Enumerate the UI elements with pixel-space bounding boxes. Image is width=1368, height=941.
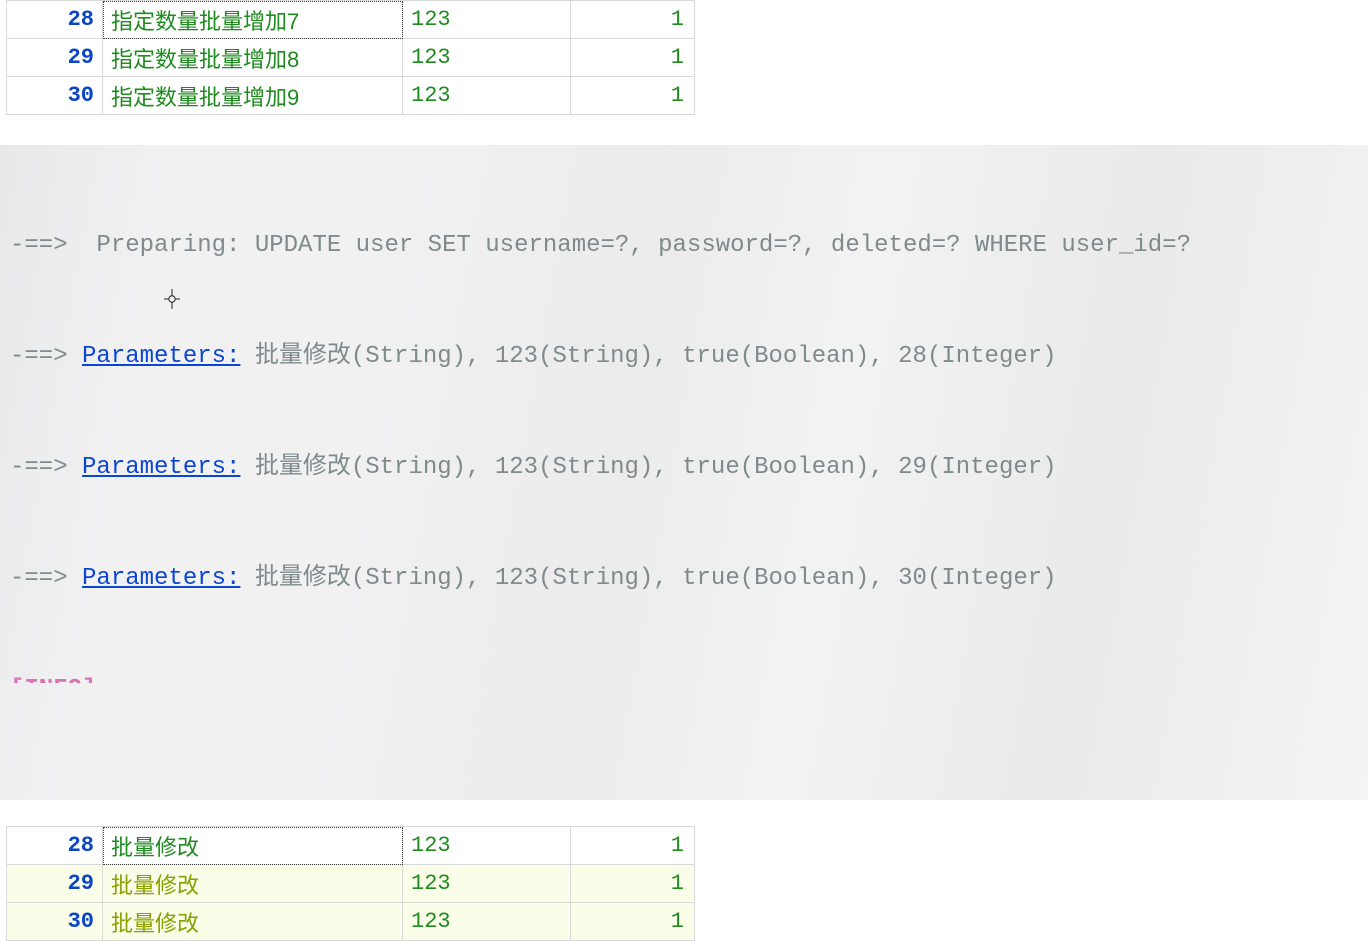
cell-deleted[interactable]: 1 <box>571 77 695 115</box>
text-cursor-icon <box>164 215 180 231</box>
cell-id[interactable]: 28 <box>7 827 103 865</box>
cell-password[interactable]: 123 <box>403 865 571 903</box>
data-table-after: 28 批量修改 123 1 29 批量修改 123 1 30 批量修改 123 … <box>6 826 695 941</box>
cell-deleted[interactable]: 1 <box>571 903 695 941</box>
parameters-link[interactable]: Parameters: <box>82 454 240 481</box>
log-line-parameters: -==> Parameters: 批量修改(String), 123(Strin… <box>10 560 1364 597</box>
log-line-info: [INFO] <box>10 671 1364 683</box>
table-row[interactable]: 29 指定数量批量增加8 123 1 <box>7 39 695 77</box>
cell-password[interactable]: 123 <box>403 1 571 39</box>
cell-deleted[interactable]: 1 <box>571 827 695 865</box>
cell-id[interactable]: 30 <box>7 903 103 941</box>
cell-name[interactable]: 指定数量批量增加8 <box>103 39 403 77</box>
cell-id[interactable]: 29 <box>7 39 103 77</box>
table-row[interactable]: 28 批量修改 123 1 <box>7 827 695 865</box>
cell-deleted[interactable]: 1 <box>571 39 695 77</box>
data-table-before: 28 指定数量批量增加7 123 1 29 指定数量批量增加8 123 1 30… <box>6 0 695 115</box>
cell-password[interactable]: 123 <box>403 39 571 77</box>
console-output: -==> Preparing: UPDATE user SET username… <box>0 145 1368 800</box>
log-line-parameters: -==> Parameters: 批量修改(String), 123(Strin… <box>10 449 1364 486</box>
cell-name[interactable]: 批量修改 <box>103 903 403 941</box>
table-row[interactable]: 30 指定数量批量增加9 123 1 <box>7 77 695 115</box>
cell-password[interactable]: 123 <box>403 77 571 115</box>
cell-id[interactable]: 30 <box>7 77 103 115</box>
table-row[interactable]: 30 批量修改 123 1 <box>7 903 695 941</box>
cell-name[interactable]: 指定数量批量增加7 <box>103 1 403 39</box>
cell-deleted[interactable]: 1 <box>571 1 695 39</box>
cell-id[interactable]: 28 <box>7 1 103 39</box>
cell-deleted[interactable]: 1 <box>571 865 695 903</box>
table-row[interactable]: 28 指定数量批量增加7 123 1 <box>7 1 695 39</box>
cell-name[interactable]: 批量修改 <box>103 865 403 903</box>
cell-name[interactable]: 批量修改 <box>103 827 403 865</box>
cell-password[interactable]: 123 <box>403 903 571 941</box>
cell-id[interactable]: 29 <box>7 865 103 903</box>
cell-name[interactable]: 指定数量批量增加9 <box>103 77 403 115</box>
cell-password[interactable]: 123 <box>403 827 571 865</box>
table-row[interactable]: 29 批量修改 123 1 <box>7 865 695 903</box>
parameters-link[interactable]: Parameters: <box>82 565 240 592</box>
